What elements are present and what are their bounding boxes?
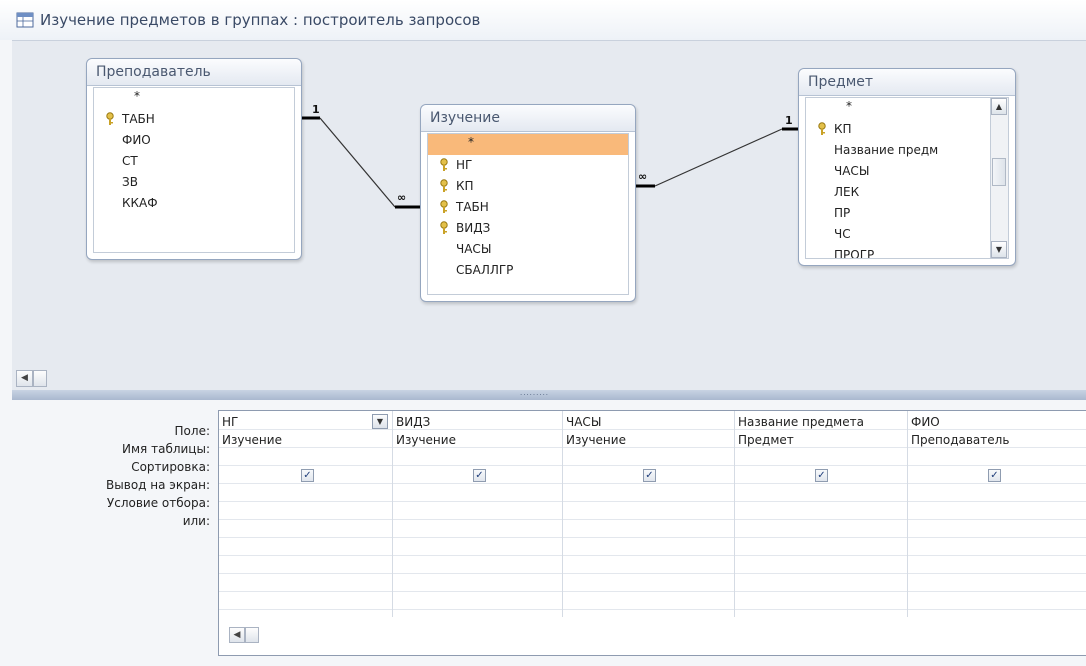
key-icon [440,158,448,171]
table-title: Изучение [430,110,500,126]
field-kp[interactable]: КП [806,119,1008,140]
field-vidz[interactable]: ВИДЗ [428,218,628,239]
grid-cell-table[interactable]: Изучение [393,431,562,449]
scroll-up-icon[interactable]: ▲ [991,98,1007,115]
key-icon [440,179,448,192]
scroll-left-icon[interactable]: ◀ [16,370,33,387]
relationship-many-label: ∞ [638,170,648,183]
table-izuchenie[interactable]: Изучение * НГ КП ТАБН ВИДЗ ЧАСЫ СБАЛЛГР [420,104,636,302]
field-list[interactable]: * НГ КП ТАБН ВИДЗ ЧАСЫ СБАЛЛГР [427,133,629,295]
field-kkaf[interactable]: ККАФ [94,193,294,214]
show-checkbox[interactable]: ✓ [988,469,1001,482]
grid-column[interactable]: ВИДЗ Изучение ✓ [393,411,563,617]
grid-cell-field[interactable]: ВИДЗ [393,413,562,431]
field-all[interactable]: * [428,134,628,155]
table-predmet[interactable]: Предмет * КП Название предм ЧАСЫ ЛЕК ПР … [798,68,1016,266]
field-all[interactable]: * [806,98,1008,119]
scroll-thumb[interactable] [992,158,1006,186]
grid-cell-sort[interactable] [219,449,392,467]
relationship-many-label: ∞ [397,191,407,204]
grid-cell-sort[interactable] [393,449,562,467]
grid-cell-field[interactable]: Название предмета [735,413,907,431]
grid-column[interactable]: Название предмета Предмет ✓ [735,411,908,617]
field-zv[interactable]: ЗВ [94,172,294,193]
field-progr[interactable]: ПРОГР [806,245,1008,258]
field-chasy[interactable]: ЧАСЫ [428,239,628,260]
field-st[interactable]: СТ [94,151,294,172]
grid-horizontal-scrollbar[interactable]: ◀ [229,627,269,643]
key-icon [818,122,826,135]
table-title: Преподаватель [96,64,211,80]
splitter-grip-icon[interactable]: ········· [520,392,560,399]
field-fio[interactable]: ФИО [94,130,294,151]
row-label-criteria: Условие отбора: [106,496,210,510]
row-label-table: Имя таблицы: [122,442,210,456]
field-tabn[interactable]: ТАБН [94,109,294,130]
show-checkbox[interactable]: ✓ [301,469,314,482]
grid-column[interactable]: ФИО Преподаватель ✓ [908,411,1086,617]
field-all[interactable]: * [94,88,294,109]
row-label-show: Вывод на экран: [106,478,210,492]
scroll-thumb[interactable] [245,627,259,643]
table-title: Предмет [808,74,874,90]
grid-cell-field[interactable]: ЧАСЫ [563,413,734,431]
query-design-grid[interactable]: НГ ▼ Изучение ✓ ВИДЗ Изучение ✓ ЧАСЫ Изу… [218,410,1086,656]
field-chasy[interactable]: ЧАСЫ [806,161,1008,182]
field-list[interactable]: * ТАБН ФИО СТ ЗВ ККАФ [93,87,295,253]
diagram-horizontal-scrollbar[interactable]: ◀ [16,370,64,387]
grid-column[interactable]: ЧАСЫ Изучение ✓ [563,411,735,617]
grid-cell-field[interactable]: ФИО [908,413,1086,431]
field-ng[interactable]: НГ [428,155,628,176]
scroll-left-icon[interactable]: ◀ [229,627,245,643]
grid-cell-table[interactable]: Изучение [563,431,734,449]
show-checkbox[interactable]: ✓ [643,469,656,482]
field-kp[interactable]: КП [428,176,628,197]
table-header[interactable]: Изучение [421,105,635,132]
show-checkbox[interactable]: ✓ [473,469,486,482]
grid-cell-sort[interactable] [735,449,907,467]
grid-cell-table[interactable]: Преподаватель [908,431,1086,449]
key-icon [440,200,448,213]
field-tabn[interactable]: ТАБН [428,197,628,218]
row-label-sort: Сортировка: [131,460,210,474]
query-builder-window: Изучение предметов в группах : построите… [0,0,1086,666]
field-list[interactable]: * КП Название предм ЧАСЫ ЛЕК ПР ЧС ПРОГР… [805,97,1009,259]
row-label-or: или: [182,514,210,528]
relationship-one-label: 1 [312,103,320,116]
field-nazvanie[interactable]: Название предм [806,140,1008,161]
relationship-one-label: 1 [785,114,793,127]
field-sballgr[interactable]: СБАЛЛГР [428,260,628,281]
grid-cell-table[interactable]: Изучение [219,431,392,449]
chevron-down-icon[interactable]: ▼ [372,414,388,429]
key-icon [440,221,448,234]
field-lek[interactable]: ЛЕК [806,182,1008,203]
table-header[interactable]: Преподаватель [87,59,301,86]
grid-cell-sort[interactable] [563,449,734,467]
field-pr[interactable]: ПР [806,203,1008,224]
scroll-down-icon[interactable]: ▼ [991,241,1007,258]
field-chs[interactable]: ЧС [806,224,1008,245]
grid-cell-table[interactable]: Предмет [735,431,907,449]
vertical-scrollbar[interactable]: ▲ ▼ [990,98,1008,258]
table-prepodavatel[interactable]: Преподаватель * ТАБН ФИО СТ ЗВ ККАФ [86,58,302,260]
grid-row-labels: Поле: Имя таблицы: Сортировка: Вывод на … [12,422,210,530]
table-header[interactable]: Предмет [799,69,1015,96]
show-checkbox[interactable]: ✓ [815,469,828,482]
scroll-thumb[interactable] [33,370,47,387]
grid-cell-field[interactable]: НГ [219,413,392,431]
row-label-field: Поле: [174,424,210,438]
grid-column[interactable]: НГ ▼ Изучение ✓ [219,411,393,617]
key-icon [106,112,114,125]
grid-cell-sort[interactable] [908,449,1086,467]
